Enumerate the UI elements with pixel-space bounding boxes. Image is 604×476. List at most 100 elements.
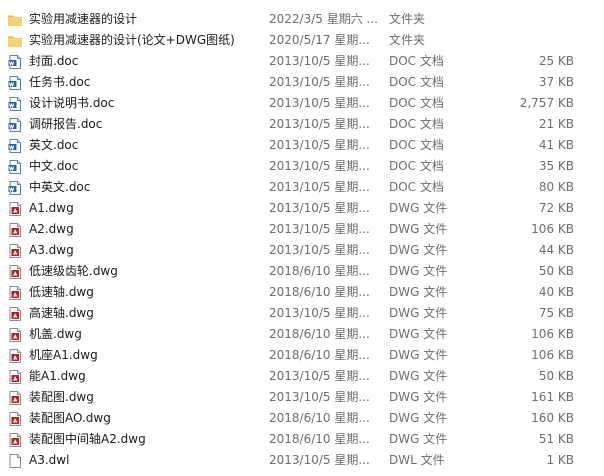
file-modified-date: 2013/10/5 星期... <box>269 75 370 89</box>
file-modified-date: 2018/6/10 星期... <box>269 264 370 278</box>
file-list: 实验用减速器的设计 2022/3/5 星期六 ... 文件夹 实验用减速器的设计(论文… <box>0 0 604 476</box>
file-name: 调研报告.doc <box>29 117 103 131</box>
file-name: 机盖.dwg <box>29 327 82 341</box>
file-size: 75 KB <box>538 306 574 320</box>
file-size: 106 KB <box>531 222 574 236</box>
file-modified-date: 2022/3/5 星期六 ... <box>269 12 378 26</box>
file-row[interactable]: 机座A1.dwg 2018/6/10 星期... DWG 文件 106 KB <box>0 345 604 366</box>
file-row[interactable]: 封面.doc 2013/10/5 星期... DOC 文档 25 KB <box>0 51 604 72</box>
folder-icon <box>7 12 23 28</box>
file-size: 72 KB <box>538 201 574 215</box>
file-type: DOC 文档 <box>389 54 444 68</box>
file-type: DOC 文档 <box>389 75 444 89</box>
file-type: DOC 文档 <box>389 180 444 194</box>
file-name: 中文.doc <box>29 159 79 173</box>
file-modified-date: 2013/10/5 星期... <box>269 54 370 68</box>
file-size: 1 KB <box>546 453 574 467</box>
file-row[interactable]: A3.dwl 2013/10/5 星期... DWL 文件 1 KB <box>0 450 604 471</box>
file-type: 文件夹 <box>389 12 426 26</box>
file-size: 35 KB <box>538 159 574 173</box>
file-type: DWG 文件 <box>389 432 448 446</box>
file-modified-date: 2013/10/5 星期... <box>269 453 370 467</box>
file-row[interactable]: 实验用减速器的设计 2022/3/5 星期六 ... 文件夹 <box>0 9 604 30</box>
file-modified-date: 2013/10/5 星期... <box>269 369 370 383</box>
file-name: 低速级齿轮.dwg <box>29 264 118 278</box>
file-size: 25 KB <box>538 54 574 68</box>
file-size: 21 KB <box>538 117 574 131</box>
file-row[interactable]: 设计说明书.doc 2013/10/5 星期... DOC 文档 2,757 KB <box>0 93 604 114</box>
doc-file-icon <box>7 96 23 112</box>
file-modified-date: 2013/10/5 星期... <box>269 117 370 131</box>
file-row[interactable]: 高速轴.dwg 2013/10/5 星期... DWG 文件 75 KB <box>0 303 604 324</box>
file-size: 51 KB <box>538 432 574 446</box>
file-type: 文件夹 <box>389 33 426 47</box>
file-size: 80 KB <box>538 180 574 194</box>
file-size: 106 KB <box>531 348 574 362</box>
file-modified-date: 2013/10/5 星期... <box>269 159 370 173</box>
file-size: 40 KB <box>538 285 574 299</box>
dwg-file-icon <box>7 306 23 322</box>
file-size: 106 KB <box>531 327 574 341</box>
file-row[interactable]: 中英文.doc 2013/10/5 星期... DOC 文档 80 KB <box>0 177 604 198</box>
file-row[interactable]: 装配图中间轴A2.dwg 2018/6/10 星期... DWG 文件 51 KB <box>0 429 604 450</box>
file-size: 2,757 KB <box>519 96 574 110</box>
file-row[interactable]: 低速轴.dwg 2018/6/10 星期... DWG 文件 40 KB <box>0 282 604 303</box>
file-name: A2.dwg <box>29 222 74 236</box>
file-row[interactable]: 装配图.dwg 2013/10/5 星期... DWG 文件 161 KB <box>0 387 604 408</box>
file-name: 高速轴.dwg <box>29 306 94 320</box>
doc-file-icon <box>7 138 23 154</box>
file-type: DWG 文件 <box>389 369 448 383</box>
file-name: 封面.doc <box>29 54 79 68</box>
file-modified-date: 2013/10/5 星期... <box>269 96 370 110</box>
dwg-file-icon <box>7 327 23 343</box>
file-row[interactable]: 任务书.doc 2013/10/5 星期... DOC 文档 37 KB <box>0 72 604 93</box>
file-type: DWG 文件 <box>389 285 448 299</box>
file-modified-date: 2013/10/5 星期... <box>269 222 370 236</box>
dwg-file-icon <box>7 243 23 259</box>
file-type: DWG 文件 <box>389 201 448 215</box>
file-row[interactable]: A1.dwg 2013/10/5 星期... DWG 文件 72 KB <box>0 198 604 219</box>
file-name: A3.dwl <box>29 453 70 467</box>
file-row[interactable]: 英文.doc 2013/10/5 星期... DOC 文档 41 KB <box>0 135 604 156</box>
file-row[interactable]: 能A1.dwg 2013/10/5 星期... DWG 文件 50 KB <box>0 366 604 387</box>
file-type: DWL 文件 <box>389 453 445 467</box>
file-modified-date: 2018/6/10 星期... <box>269 411 370 425</box>
file-modified-date: 2013/10/5 星期... <box>269 201 370 215</box>
file-type: DOC 文档 <box>389 159 444 173</box>
file-row[interactable]: 中文.doc 2013/10/5 星期... DOC 文档 35 KB <box>0 156 604 177</box>
file-row[interactable]: 实验用减速器的设计(论文+DWG图纸) 2020/5/17 星期... 文件夹 <box>0 30 604 51</box>
file-row[interactable]: 低速级齿轮.dwg 2018/6/10 星期... DWG 文件 50 KB <box>0 261 604 282</box>
file-modified-date: 2020/5/17 星期... <box>269 33 370 47</box>
dwg-file-icon <box>7 201 23 217</box>
file-modified-date: 2013/10/5 星期... <box>269 138 370 152</box>
file-modified-date: 2018/6/10 星期... <box>269 348 370 362</box>
file-size: 37 KB <box>538 75 574 89</box>
file-name: 装配图AO.dwg <box>29 411 111 425</box>
file-modified-date: 2013/10/5 星期... <box>269 306 370 320</box>
doc-file-icon <box>7 54 23 70</box>
file-type: DWG 文件 <box>389 348 448 362</box>
file-name: 实验用减速器的设计 <box>29 12 138 26</box>
file-modified-date: 2018/6/10 星期... <box>269 327 370 341</box>
file-type: DWG 文件 <box>389 264 448 278</box>
file-name: A3.dwg <box>29 243 74 257</box>
dwg-file-icon <box>7 285 23 301</box>
file-row[interactable]: 机盖.dwg 2018/6/10 星期... DWG 文件 106 KB <box>0 324 604 345</box>
file-name: 任务书.doc <box>29 75 91 89</box>
file-type: DOC 文档 <box>389 138 444 152</box>
file-size: 50 KB <box>538 369 574 383</box>
file-modified-date: 2013/10/5 星期... <box>269 243 370 257</box>
file-row[interactable]: A2.dwg 2013/10/5 星期... DWG 文件 106 KB <box>0 219 604 240</box>
file-row[interactable]: 调研报告.doc 2013/10/5 星期... DOC 文档 21 KB <box>0 114 604 135</box>
file-name: 装配图.dwg <box>29 390 94 404</box>
file-name: 装配图中间轴A2.dwg <box>29 432 146 446</box>
dwg-file-icon <box>7 222 23 238</box>
file-name: 英文.doc <box>29 138 79 152</box>
file-row[interactable]: 装配图AO.dwg 2018/6/10 星期... DWG 文件 160 KB <box>0 408 604 429</box>
file-type: DWG 文件 <box>389 411 448 425</box>
file-row[interactable]: A3.dwg 2013/10/5 星期... DWG 文件 44 KB <box>0 240 604 261</box>
file-type: DWG 文件 <box>389 327 448 341</box>
doc-file-icon <box>7 117 23 133</box>
generic-file-icon <box>7 453 23 469</box>
file-modified-date: 2013/10/5 星期... <box>269 390 370 404</box>
